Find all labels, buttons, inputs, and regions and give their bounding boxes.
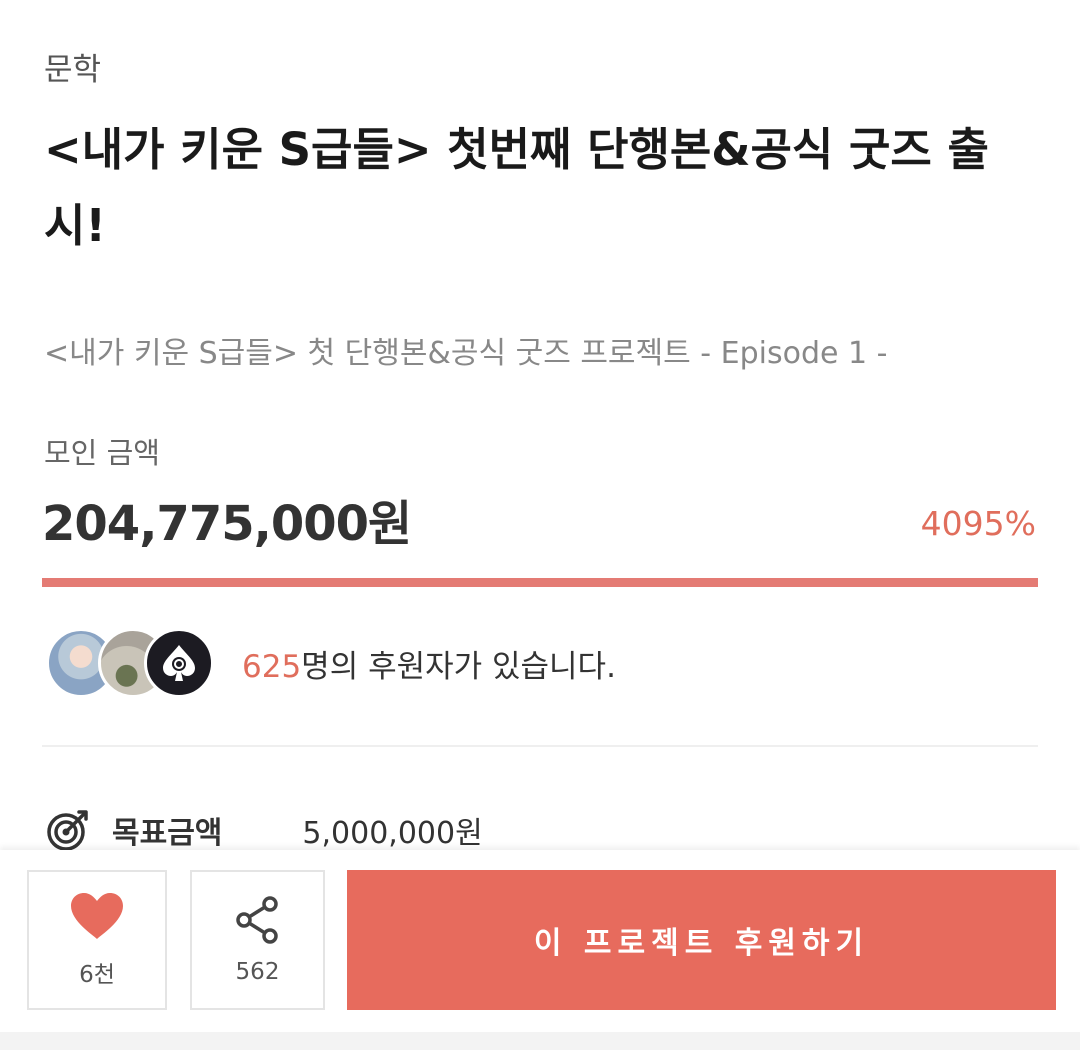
goal-amount-label: 목표금액 <box>112 816 223 850</box>
funding-progress-fill <box>42 578 1038 587</box>
heart-icon <box>71 893 123 939</box>
like-button[interactable]: 6천 <box>27 870 167 1010</box>
category-label[interactable]: 문학 <box>44 44 101 89</box>
share-button[interactable]: 562 <box>190 870 325 1010</box>
funding-progress-bar <box>42 578 1038 587</box>
support-project-button[interactable]: 이 프로젝트 후원하기 <box>347 870 1056 1010</box>
backer-avatars <box>46 628 218 698</box>
share-icon <box>235 896 278 944</box>
bottom-strip <box>0 1032 1080 1050</box>
like-count: 6천 <box>79 962 115 988</box>
avatar <box>144 628 214 698</box>
goal-amount-row: 목표금액 5,000,000원 <box>46 808 483 850</box>
target-icon <box>47 810 88 850</box>
project-detail: 문학 <내가 키운 S급들> 첫번째 단행본&공식 굿즈 출시! <내가 키운 … <box>0 0 1080 850</box>
backer-count-suffix: 명의 후원자가 있습니다. <box>301 648 616 685</box>
share-count: 562 <box>235 959 280 985</box>
project-subtitle: <내가 키운 S급들> 첫 단행본&공식 굿즈 프로젝트 - Episode 1… <box>44 336 888 371</box>
funding-percent: 4095% <box>920 504 1036 543</box>
divider <box>42 745 1038 747</box>
spade-logo-icon <box>163 645 195 681</box>
raised-amount: 204,775,000원 <box>42 496 412 552</box>
goal-amount-value: 5,000,000원 <box>302 816 483 850</box>
backer-count: 625 <box>242 648 302 685</box>
backer-count-text: 625명의 후원자가 있습니다. <box>242 641 616 686</box>
raised-amount-label: 모인 금액 <box>44 436 160 470</box>
backers-summary[interactable]: 625명의 후원자가 있습니다. <box>46 628 616 698</box>
project-title: <내가 키운 S급들> 첫번째 단행본&공식 굿즈 출시! <box>44 123 989 252</box>
